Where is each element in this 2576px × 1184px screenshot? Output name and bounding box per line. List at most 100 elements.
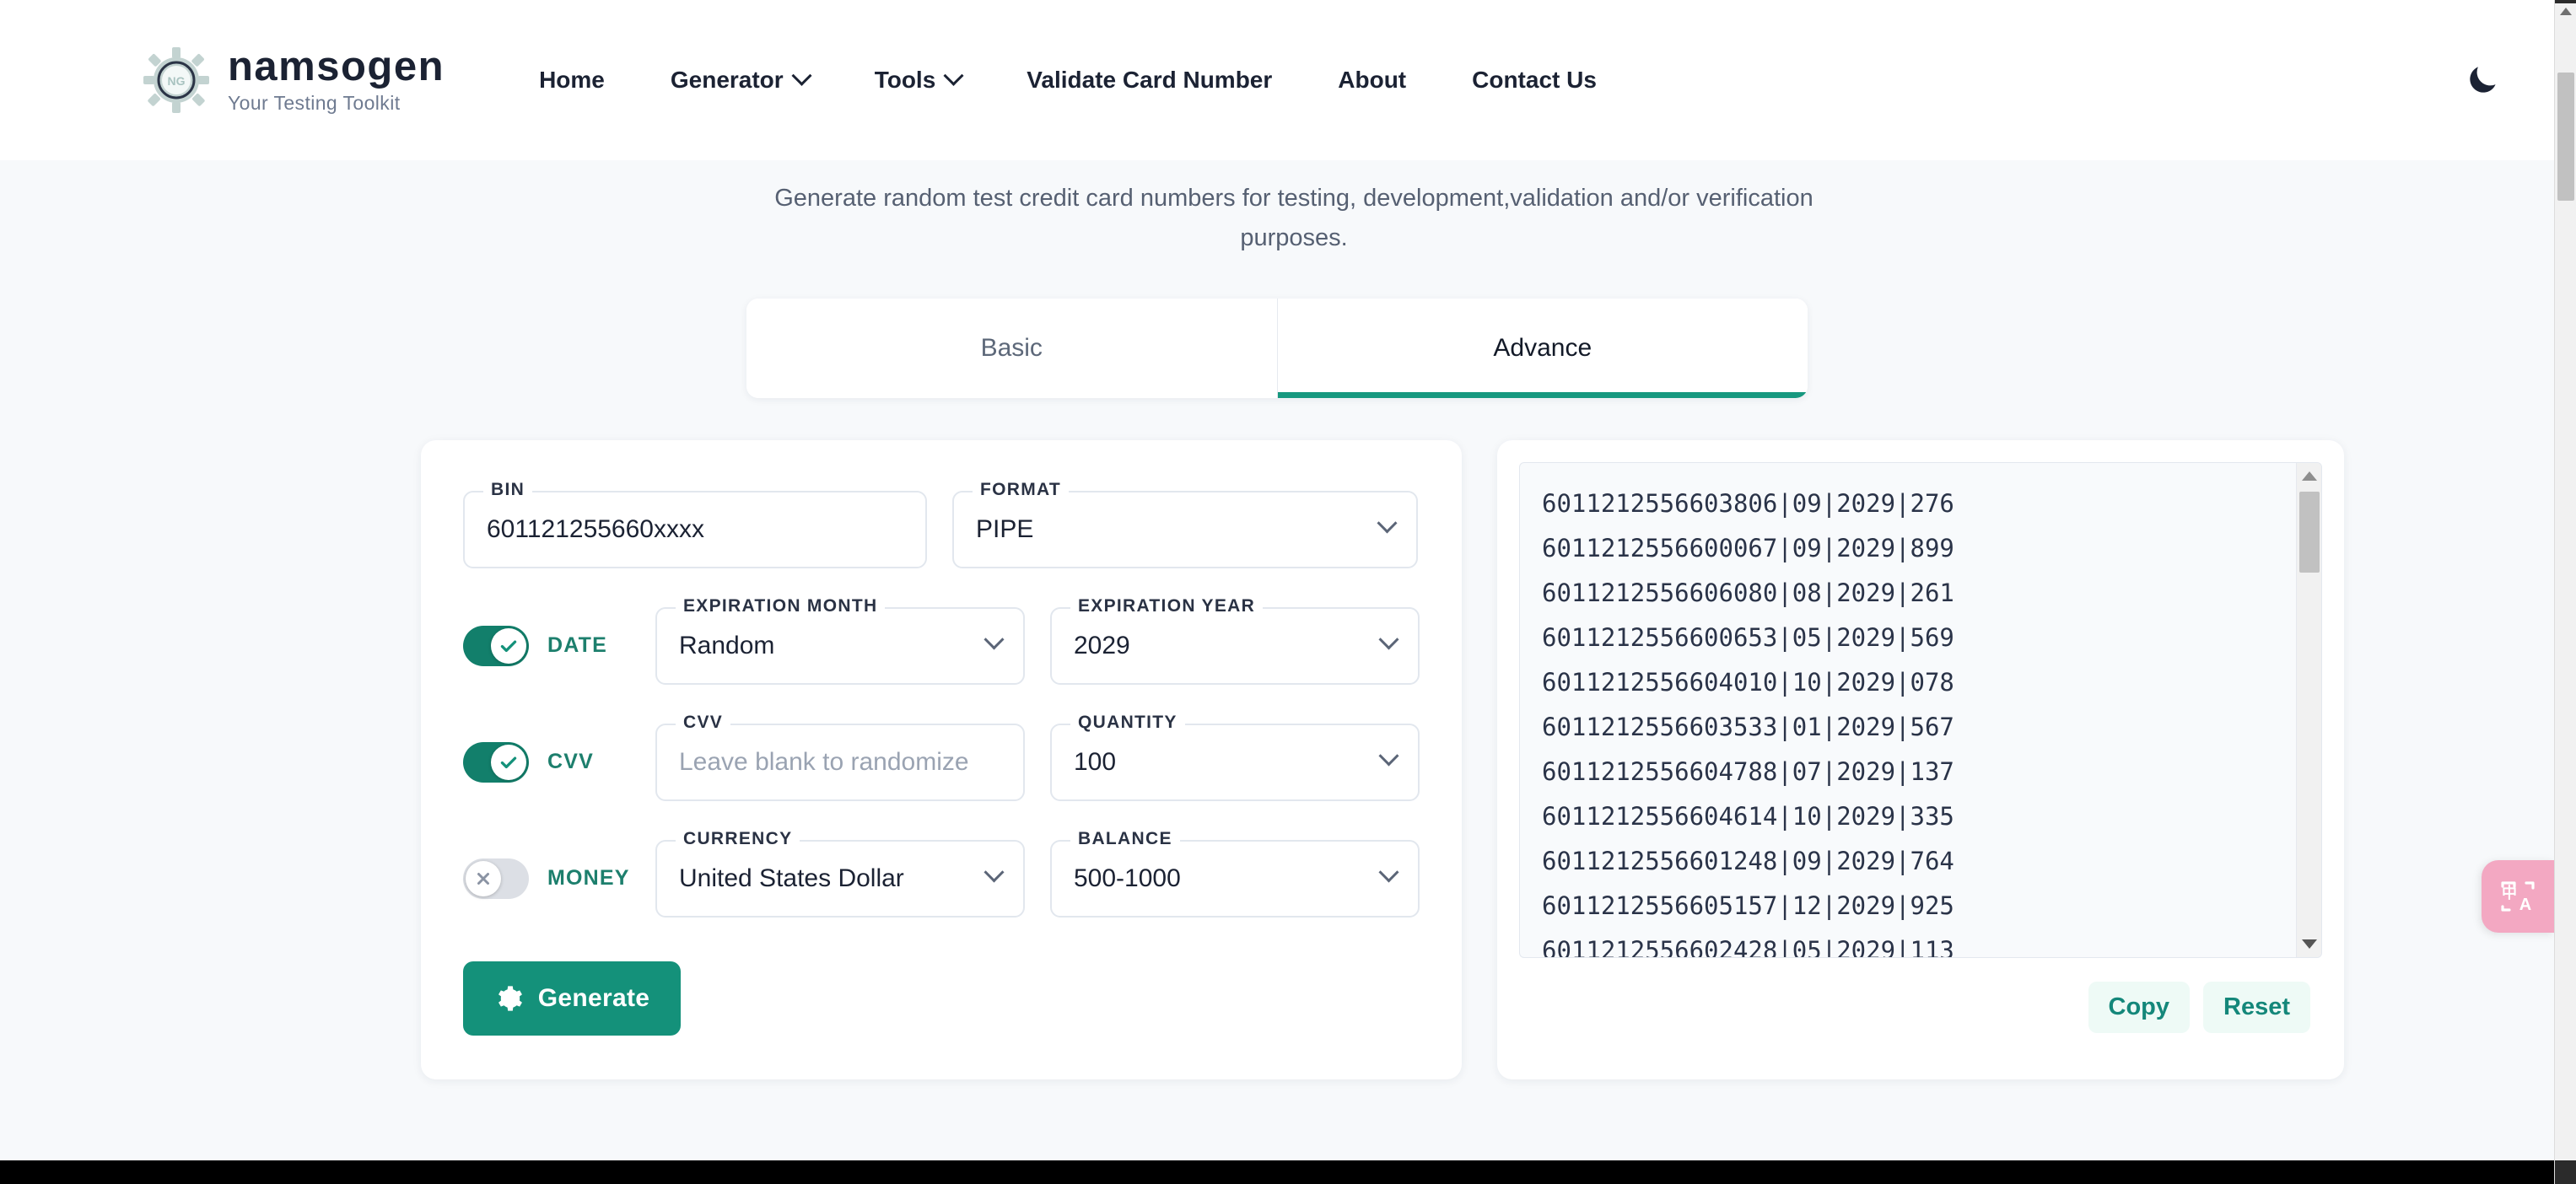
bin-value: 601121255660xxxx	[487, 514, 704, 543]
chevron-down-icon	[984, 862, 1005, 883]
check-icon	[500, 640, 517, 652]
scrollbar-thumb[interactable]	[2299, 491, 2320, 573]
currency-label: CURRENCY	[676, 828, 800, 849]
quantity-value: 100	[1074, 747, 1117, 776]
generated-cards-textarea[interactable]: 6011212556603806|09|2029|276 60112125566…	[1519, 461, 2322, 958]
check-icon	[500, 756, 517, 768]
page-description: Generate random test credit card numbers…	[774, 185, 1813, 251]
nav-item-tools[interactable]: Tools	[874, 57, 964, 104]
browser-viewport: NG namsogen Your Testing Toolkit Home Ge…	[0, 0, 2576, 1184]
form-row-bin-format: BIN 601121255660xxxx FORMAT PIPE	[463, 479, 1420, 568]
translate-icon: 中 A	[2501, 881, 2535, 914]
chevron-down-icon	[1378, 629, 1399, 650]
output-panel: 6011212556603806|09|2029|276 60112125566…	[1497, 439, 2344, 1079]
gear-logo-icon: NG	[143, 47, 209, 113]
cvv-label: CVV	[676, 712, 731, 733]
site-header: NG namsogen Your Testing Toolkit Home Ge…	[0, 0, 2554, 160]
nav-label: Home	[539, 67, 605, 93]
expiration-month-label: EXPIRATION MONTH	[676, 595, 886, 616]
format-select[interactable]: FORMAT PIPE	[952, 479, 1418, 568]
bin-input[interactable]: BIN 601121255660xxxx	[463, 479, 927, 568]
scrollbar-top-cap	[2555, 0, 2576, 3]
svg-text:NG: NG	[168, 74, 186, 88]
currency-select[interactable]: CURRENCY United States Dollar	[655, 828, 1025, 918]
generator-form-panel: BIN 601121255660xxxx FORMAT PIPE DATE EX…	[421, 439, 1462, 1079]
chevron-down-icon	[984, 629, 1005, 650]
moon-icon	[2470, 67, 2496, 93]
tab-label: Advance	[1493, 333, 1592, 362]
output-scrollbar[interactable]	[2296, 462, 2321, 957]
tab-label: Basic	[980, 333, 1043, 362]
cvv-placeholder: Leave blank to randomize	[679, 747, 969, 776]
scroll-down-arrow-icon[interactable]	[2301, 939, 2317, 949]
translate-widget-button[interactable]: 中 A	[2482, 860, 2554, 933]
copy-button[interactable]: Copy	[2088, 981, 2190, 1033]
money-toggle-label: MONEY	[547, 866, 630, 891]
nav-item-home[interactable]: Home	[539, 57, 605, 104]
dark-mode-toggle-button[interactable]	[2453, 51, 2512, 110]
chevron-down-icon	[1378, 862, 1399, 883]
brand-name: namsogen	[228, 44, 445, 90]
nav-item-contact-us[interactable]: Contact Us	[1472, 57, 1597, 104]
scrollbar-bottom-cap	[2555, 1160, 2576, 1184]
brand-tagline: Your Testing Toolkit	[228, 91, 401, 114]
generate-button-label: Generate	[537, 983, 650, 1012]
format-label: FORMAT	[973, 479, 1070, 500]
nav-label: Tools	[874, 67, 936, 93]
format-value: PIPE	[976, 514, 1034, 543]
expiration-month-value: Random	[679, 631, 775, 659]
expiration-year-select[interactable]: EXPIRATION YEAR 2029	[1050, 595, 1420, 685]
quantity-select[interactable]: QUANTITY 100	[1050, 712, 1420, 801]
scroll-up-arrow-icon[interactable]	[2301, 471, 2317, 481]
nav-item-generator[interactable]: Generator	[670, 57, 812, 104]
nav-label: Validate Card Number	[1027, 67, 1273, 93]
cvv-input[interactable]: CVV Leave blank to randomize	[655, 712, 1025, 801]
nav-item-about[interactable]: About	[1338, 57, 1406, 104]
balance-label: BALANCE	[1070, 828, 1180, 849]
chevron-down-icon	[791, 65, 812, 86]
date-toggle-label: DATE	[547, 633, 607, 658]
form-row-date: DATE EXPIRATION MONTH Random EXPIRATION …	[463, 595, 1420, 685]
svg-text:中: 中	[2502, 884, 2517, 902]
close-icon	[477, 872, 489, 885]
form-row-cvv: CVV CVV Leave blank to randomize QUANTIT…	[463, 712, 1420, 801]
toggle-knob	[466, 860, 501, 896]
tab-basic[interactable]: Basic	[746, 298, 1277, 398]
money-toggle-switch[interactable]	[463, 858, 529, 899]
panels-container: BIN 601121255660xxxx FORMAT PIPE DATE EX…	[210, 439, 2344, 1079]
nav-label: About	[1338, 67, 1407, 93]
bin-label: BIN	[483, 479, 533, 500]
quantity-label: QUANTITY	[1070, 712, 1185, 733]
page-body: Generate random test credit card numbers…	[0, 160, 2554, 1130]
date-toggle-switch[interactable]	[463, 625, 529, 666]
tab-advance[interactable]: Advance	[1276, 298, 1808, 398]
scroll-up-arrow-icon[interactable]	[2559, 8, 2572, 15]
form-row-money: MONEY CURRENCY United States Dollar BALA…	[463, 828, 1420, 918]
balance-value: 500-1000	[1074, 864, 1181, 892]
browser-scrollbar-thumb[interactable]	[2557, 73, 2574, 201]
cvv-toggle-switch[interactable]	[463, 741, 529, 783]
browser-scrollbar[interactable]	[2554, 0, 2576, 1184]
chevron-down-icon	[1377, 513, 1398, 534]
main-navigation: Home Generator Tools Validate Card Numbe…	[539, 57, 1597, 104]
chevron-down-icon	[943, 65, 964, 86]
footer-strip	[0, 1160, 2554, 1184]
nav-label: Contact Us	[1472, 67, 1597, 93]
toggle-knob	[491, 744, 526, 780]
nav-item-validate-card-number[interactable]: Validate Card Number	[1027, 57, 1272, 104]
generated-cards-text: 6011212556603806|09|2029|276 60112125566…	[1542, 488, 1954, 957]
mode-tabs: Basic Advance	[746, 298, 1808, 398]
chevron-down-icon	[1378, 745, 1399, 767]
reset-button[interactable]: Reset	[2203, 981, 2310, 1033]
svg-text:A: A	[2519, 896, 2531, 914]
expiration-year-value: 2029	[1074, 631, 1130, 659]
toggle-knob	[491, 627, 526, 664]
generate-button[interactable]: Generate	[463, 961, 681, 1036]
currency-value: United States Dollar	[679, 864, 904, 892]
expiration-month-select[interactable]: EXPIRATION MONTH Random	[655, 595, 1025, 685]
brand-logo[interactable]: NG namsogen Your Testing Toolkit	[143, 44, 445, 114]
cvv-toggle-label: CVV	[547, 750, 595, 774]
nav-label: Generator	[670, 67, 784, 93]
expiration-year-label: EXPIRATION YEAR	[1070, 595, 1264, 616]
balance-select[interactable]: BALANCE 500-1000	[1050, 828, 1420, 918]
